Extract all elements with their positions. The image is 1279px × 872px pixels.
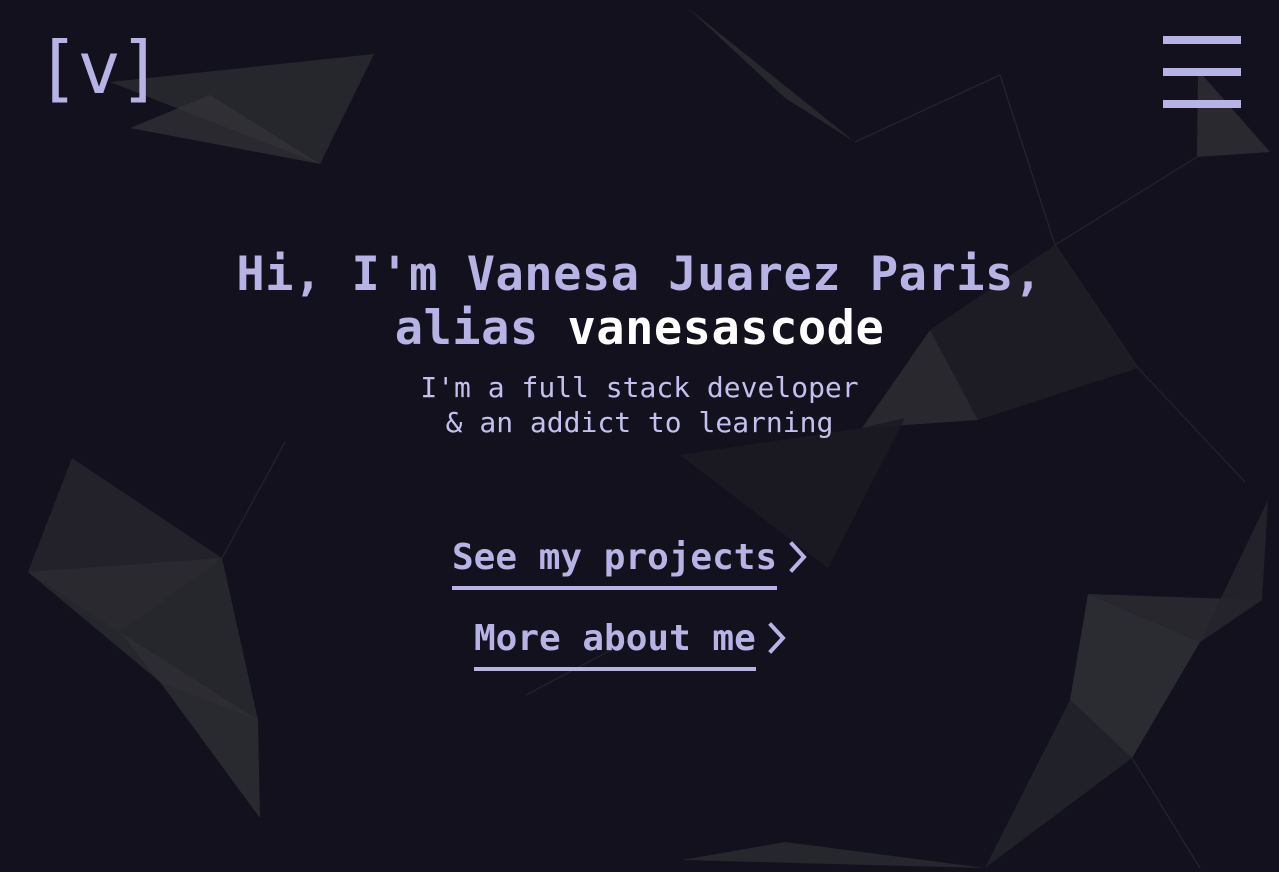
bg-line <box>854 74 1056 246</box>
hero-headline: Hi, I'm Vanesa Juarez Paris, alias vanes… <box>0 248 1279 356</box>
menu-bar-top <box>1163 36 1241 44</box>
chevron-right-icon <box>789 541 807 573</box>
alias-prefix: alias <box>394 301 568 356</box>
landing-page: [v] Hi, I'm Vanesa Juarez Paris, alias v… <box>0 0 1279 872</box>
bg-shard <box>688 8 855 142</box>
see-projects-link[interactable]: See my projects <box>452 536 807 590</box>
hero-subtitle: I'm a full stack developer & an addict t… <box>0 370 1279 440</box>
subtitle-line-2: & an addict to learning <box>445 406 834 439</box>
bg-shard <box>682 842 985 868</box>
hero-section: Hi, I'm Vanesa Juarez Paris, alias vanes… <box>0 248 1279 440</box>
bg-line <box>1131 757 1201 869</box>
chevron-right-icon <box>767 622 786 654</box>
more-about-me-link[interactable]: More about me <box>474 617 786 671</box>
menu-bar-bottom <box>1163 100 1241 108</box>
more-about-me-label: More about me <box>474 617 756 671</box>
subtitle-line-1: I'm a full stack developer <box>420 371 859 404</box>
alias-name: vanesascode <box>567 301 885 356</box>
headline-line-1: Hi, I'm Vanesa Juarez Paris, <box>236 247 1043 302</box>
see-projects-label: See my projects <box>452 536 778 590</box>
menu-bar-middle <box>1163 68 1241 76</box>
site-logo[interactable]: [v] <box>36 28 162 108</box>
bg-shard <box>28 558 258 720</box>
menu-button[interactable] <box>1163 36 1241 108</box>
bg-line <box>221 441 286 559</box>
